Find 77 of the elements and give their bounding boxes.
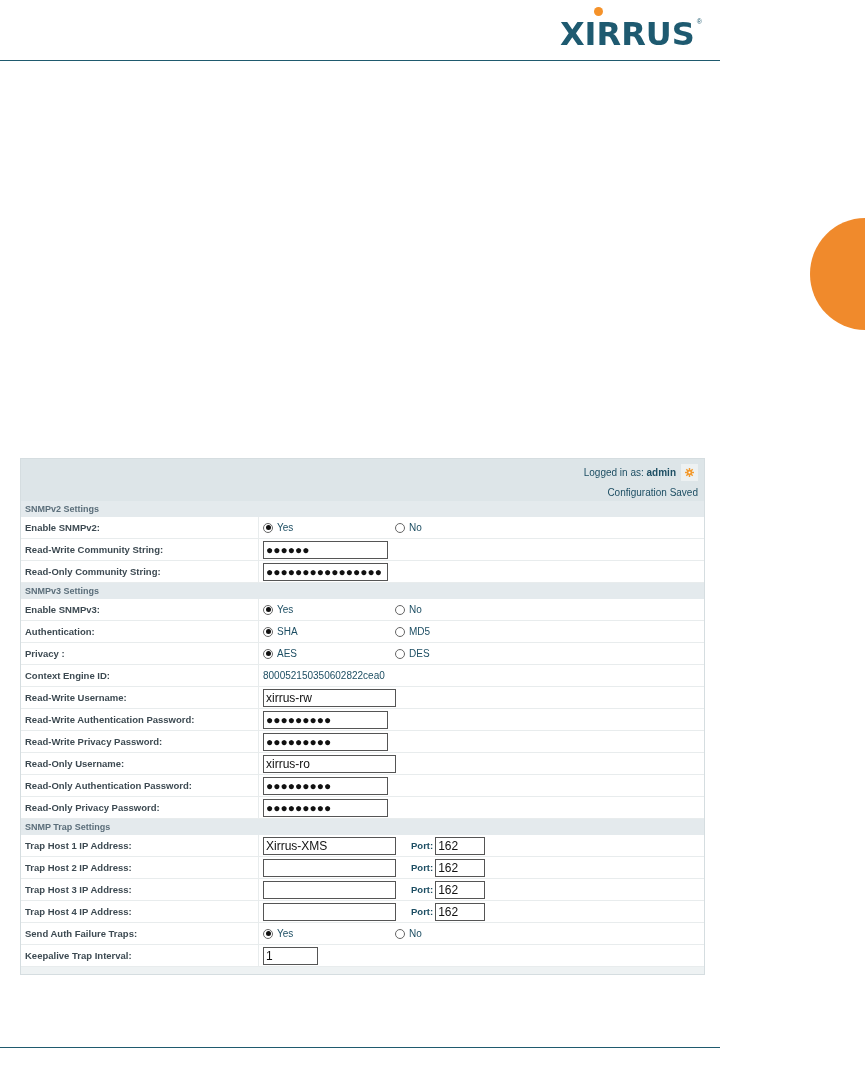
field-label: Keepalive Trap Interval: bbox=[21, 945, 259, 966]
section-header: SNMPv2 Settings bbox=[21, 501, 704, 517]
text-field[interactable]: 1 bbox=[263, 946, 318, 965]
radio-option[interactable]: DES bbox=[395, 648, 527, 659]
radio-icon[interactable] bbox=[263, 648, 273, 659]
port-field[interactable]: 162 bbox=[435, 902, 486, 921]
field-label: Authentication: bbox=[21, 621, 259, 642]
field-label: Trap Host 2 IP Address: bbox=[21, 857, 259, 878]
radio-icon[interactable] bbox=[395, 928, 405, 939]
port-label: Port: bbox=[411, 906, 434, 917]
engine-id-text: 800052150350602822cea0 bbox=[263, 670, 385, 681]
gear-icon bbox=[685, 468, 694, 477]
radio-option[interactable]: No bbox=[395, 604, 527, 615]
password-field[interactable]: ●●●●●●●●● bbox=[263, 776, 388, 795]
option-label: DES bbox=[409, 648, 430, 659]
field-label: Trap Host 3 IP Address: bbox=[21, 879, 259, 900]
option-label: Yes bbox=[277, 928, 294, 939]
option-label: AES bbox=[277, 648, 297, 659]
port-field[interactable]: 162 bbox=[435, 858, 486, 877]
port-field[interactable]: 162 bbox=[435, 880, 486, 899]
option-label: No bbox=[409, 522, 422, 533]
radio-option[interactable]: AES bbox=[263, 648, 395, 659]
ip-address-field[interactable]: Xirrus-XMS bbox=[263, 836, 396, 855]
radio-icon[interactable] bbox=[395, 522, 405, 533]
port-label: Port: bbox=[411, 840, 434, 851]
radio-option[interactable]: Yes bbox=[263, 604, 395, 615]
radio-option[interactable]: No bbox=[395, 522, 527, 533]
password-field[interactable]: ●●●●●●●●● bbox=[263, 710, 388, 729]
text-field[interactable]: xirrus-ro bbox=[263, 754, 396, 773]
field-label: Read-Write Privacy Password: bbox=[21, 731, 259, 752]
field-label: Read-Only Username: bbox=[21, 753, 259, 774]
radio-icon[interactable] bbox=[395, 626, 405, 637]
field-label: Read-Write Authentication Password: bbox=[21, 709, 259, 730]
field-label: Context Engine ID: bbox=[21, 665, 259, 686]
option-label: Yes bbox=[277, 522, 294, 533]
radio-icon[interactable] bbox=[263, 626, 273, 637]
option-label: No bbox=[409, 604, 422, 615]
field-label: Trap Host 4 IP Address: bbox=[21, 901, 259, 922]
password-field[interactable]: ●●●●●●●●● bbox=[263, 732, 388, 751]
port-field[interactable]: 162 bbox=[435, 836, 486, 855]
section-header: SNMPv3 Settings bbox=[21, 583, 704, 599]
field-label: Read-Write Username: bbox=[21, 687, 259, 708]
radio-icon[interactable] bbox=[395, 648, 405, 659]
password-field[interactable]: ●●●●●● bbox=[263, 540, 388, 559]
field-label: Privacy : bbox=[21, 643, 259, 664]
radio-option[interactable]: No bbox=[395, 928, 527, 939]
radio-icon[interactable] bbox=[263, 928, 273, 939]
option-label: No bbox=[409, 928, 422, 939]
ip-address-field[interactable] bbox=[263, 858, 396, 877]
ip-address-field[interactable] bbox=[263, 880, 396, 899]
field-label: Send Auth Failure Traps: bbox=[21, 923, 259, 944]
section-header: SNMP Trap Settings bbox=[21, 819, 704, 835]
password-field[interactable]: ●●●●●●●●●●●●●●●● bbox=[263, 562, 388, 581]
field-label: Read-Write Community String: bbox=[21, 539, 259, 560]
option-label: SHA bbox=[277, 626, 298, 637]
option-label: MD5 bbox=[409, 626, 431, 637]
radio-icon[interactable] bbox=[395, 604, 405, 615]
field-label: Read-Only Privacy Password: bbox=[21, 797, 259, 818]
field-label: Enable SNMPv2: bbox=[21, 517, 259, 538]
ip-address-field[interactable] bbox=[263, 902, 396, 921]
text-field[interactable]: xirrus-rw bbox=[263, 688, 396, 707]
status-message: Configuration Saved bbox=[607, 487, 698, 498]
port-label: Port: bbox=[411, 862, 434, 873]
field-label: Read-Only Community String: bbox=[21, 561, 259, 582]
radio-option[interactable]: Yes bbox=[263, 928, 395, 939]
option-label: Yes bbox=[277, 604, 294, 615]
radio-icon[interactable] bbox=[263, 604, 273, 615]
password-field[interactable]: ●●●●●●●●● bbox=[263, 798, 388, 817]
radio-icon[interactable] bbox=[263, 522, 273, 533]
login-status-text: Logged in as: admin bbox=[583, 467, 676, 478]
radio-option[interactable]: SHA bbox=[263, 626, 395, 637]
field-label: Enable SNMPv3: bbox=[21, 599, 259, 620]
radio-option[interactable]: MD5 bbox=[395, 626, 527, 637]
field-label: Read-Only Authentication Password: bbox=[21, 775, 259, 796]
port-label: Port: bbox=[411, 884, 434, 895]
radio-option[interactable]: Yes bbox=[263, 522, 395, 533]
field-label: Trap Host 1 IP Address: bbox=[21, 835, 259, 856]
